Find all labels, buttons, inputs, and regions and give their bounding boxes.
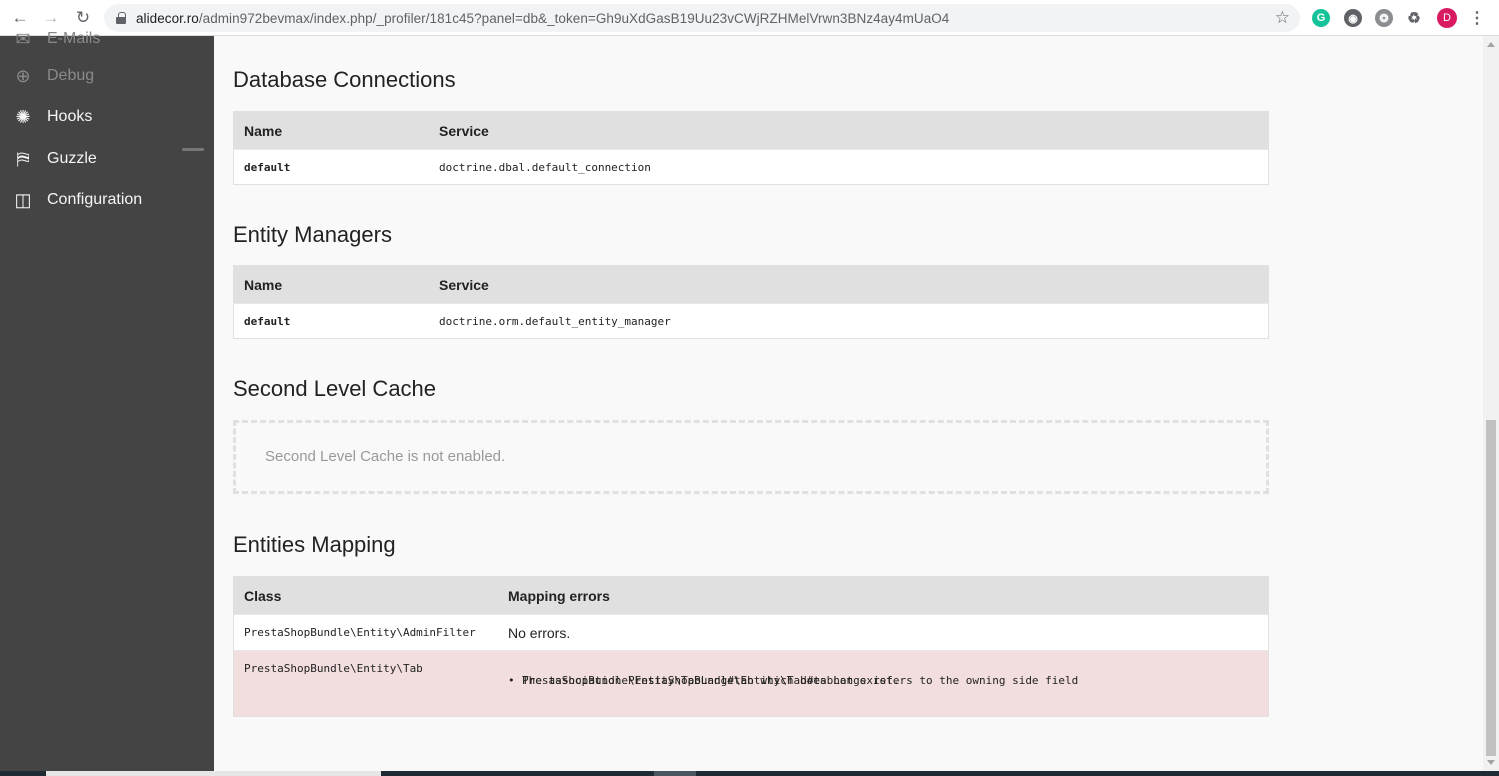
cell-class: PrestaShopBundle\Entity\AdminFilter [244,626,476,639]
column-header: Class [244,588,282,604]
scroll-down-icon[interactable] [1487,760,1495,765]
scroll-up-icon[interactable] [1487,42,1495,47]
taskbar-segment [46,771,381,776]
sidebar-count-badge [182,148,204,151]
table-row-error: PrestaShopBundle\Entity\Tab • The associ… [234,650,1268,716]
column-header: Name [244,123,283,139]
url-path: /admin972bevmax/index.php/_profiler/181c… [198,10,950,26]
taskbar-segment [654,771,696,776]
sidebar-item-hooks[interactable]: ✺ Hooks [0,100,214,134]
cell-mapping-result: No errors. [508,625,571,641]
fuel-icon: ⛿ [16,148,30,169]
section-title-mapping: Entities Mapping [233,532,396,557]
managers-table: Name Service default doctrine.orm.defaul… [233,265,1269,339]
connections-table: Name Service default doctrine.dbal.defau… [233,111,1269,185]
cell-name: default [244,315,291,328]
browser-toolbar: ← → ↻ alidecor.ro/admin972bevmax/index.p… [0,0,1499,36]
scroll-thumb[interactable] [1486,420,1496,756]
table-header: Name Service [234,266,1268,303]
sidebar-item-label: Debug [47,67,95,84]
bookmark-star-icon[interactable]: ☆ [1275,8,1290,28]
section-title-cache: Second Level Cache [233,376,437,401]
url-text: alidecor.ro/admin972bevmax/index.php/_pr… [136,11,949,26]
table-header: Name Service [234,112,1268,149]
profiler-sidebar: ✉ E-Mails ⊕ Debug ✺ Hooks ⛿ Guzzle ◫ Con… [0,29,214,771]
table-row: default doctrine.orm.default_entity_mana… [234,303,1268,338]
column-header: Mapping errors [508,588,610,604]
empty-message: Second Level Cache is not enabled. [265,448,506,465]
mail-icon: ✉ [15,28,31,49]
taskbar-strip [0,771,1499,776]
cell-name: default [244,161,291,174]
hooks-icon: ✺ [15,106,31,127]
mapping-table: Class Mapping errors PrestaShopBundle\En… [233,576,1269,717]
extension-icon[interactable]: ◉ [1344,9,1362,27]
column-header: Service [439,277,489,293]
bullet-icon: • [508,674,515,687]
page-scrollbar[interactable] [1483,36,1499,771]
table-row: PrestaShopBundle\Entity\AdminFilter No e… [234,614,1268,650]
section-title-managers: Entity Managers [233,222,392,247]
cell-class: PrestaShopBundle\Entity\Tab [244,662,423,675]
crosshair-icon: ⊕ [15,65,31,86]
cache-empty-notice: Second Level Cache is not enabled. [233,420,1269,494]
sidebar-item-debug[interactable]: ⊕ Debug [0,59,214,93]
sidebar-item-emails[interactable]: ✉ E-Mails [0,22,214,56]
cell-service: doctrine.dbal.default_connection [439,161,651,174]
sidebar-item-label: Configuration [47,191,143,208]
error-text-line: PrestaShopBundle\Entity\TabLang#tab whic… [522,674,900,687]
cell-service: doctrine.orm.default_entity_manager [439,315,671,328]
extension-globe-icon[interactable]: ❂ [1375,9,1393,27]
profile-avatar[interactable]: D [1437,8,1457,28]
section-title-connections: Database Connections [233,67,456,92]
sidebar-item-configuration[interactable]: ◫ Configuration [0,183,214,217]
address-bar[interactable]: alidecor.ro/admin972bevmax/index.php/_pr… [104,4,1300,32]
browser-menu-icon[interactable]: ⋮ [1468,9,1486,27]
sidebar-item-label: Guzzle [47,150,97,167]
table-header: Class Mapping errors [234,577,1268,614]
sidebar-item-label: E-Mails [47,30,101,47]
extensions-puzzle-icon[interactable]: ♻ [1405,9,1423,27]
sidebar-item-label: Hooks [47,108,93,125]
toggle-icon: ◫ [14,189,32,210]
column-header: Name [244,277,283,293]
table-row: default doctrine.dbal.default_connection [234,149,1268,184]
grammarly-extension-icon[interactable]: G [1312,9,1330,27]
column-header: Service [439,123,489,139]
